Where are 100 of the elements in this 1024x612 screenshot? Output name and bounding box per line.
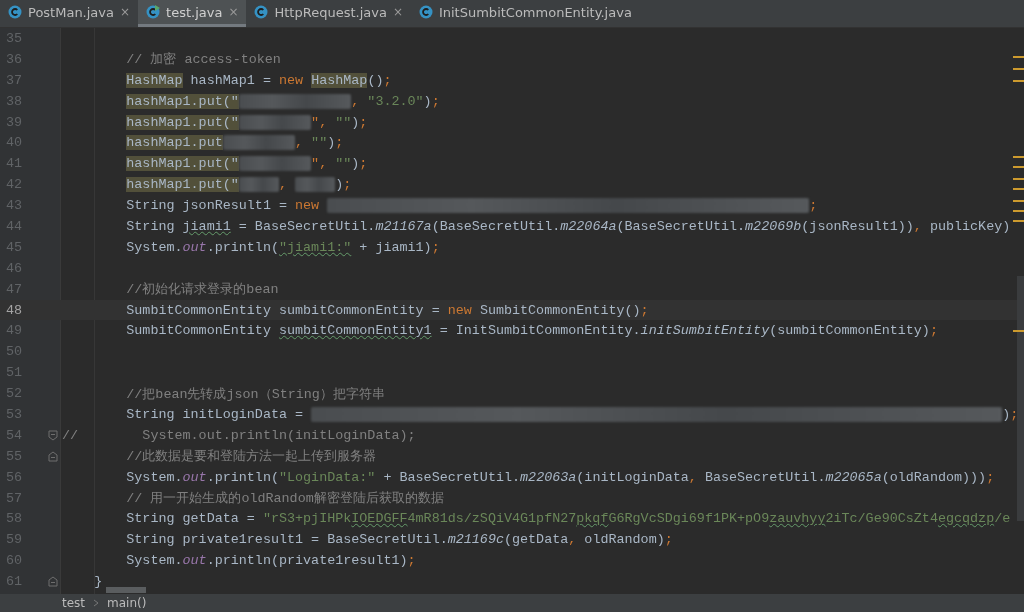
highlighted-code: hashMap1.put(" xyxy=(126,177,239,193)
code-text: , xyxy=(688,469,698,485)
string-literal: "LoginData:" xyxy=(278,469,376,485)
string-literal: 2iTc/Ge90CsZt4 xyxy=(825,511,938,527)
warning-marker[interactable] xyxy=(1013,220,1024,222)
close-tab-icon[interactable]: × xyxy=(392,5,403,19)
vertical-scrollbar[interactable] xyxy=(1017,276,1024,521)
code-text: (oldRandom))) xyxy=(881,469,987,485)
code-text: m21167a xyxy=(375,218,432,234)
code-text: ; xyxy=(640,302,649,318)
code-comment: //把bean先转成json（String）把字符串 xyxy=(126,385,385,403)
string-literal: "" xyxy=(335,114,352,130)
code-text: out xyxy=(182,553,207,569)
code-text: (initLoginData xyxy=(576,469,689,485)
code-text: ", xyxy=(311,114,329,130)
code-text: ; xyxy=(359,114,368,130)
warning-marker[interactable] xyxy=(1013,68,1024,70)
code-text: () xyxy=(367,72,384,88)
code-text: ; xyxy=(431,93,440,109)
code-text: ; xyxy=(383,72,392,88)
code-text: new xyxy=(278,72,305,88)
code-text: = BaseSecretUtil. xyxy=(237,218,376,234)
code-text: String jsonResult1 = xyxy=(126,198,288,214)
code-text: String xyxy=(126,218,176,234)
breadcrumb-item[interactable]: main() xyxy=(107,596,147,610)
string-literal: "3.2.0" xyxy=(367,93,424,109)
warning-marker[interactable] xyxy=(1013,166,1024,168)
fold-end-icon[interactable] xyxy=(48,450,58,462)
warning-marker[interactable] xyxy=(1013,188,1024,190)
blurred-text xyxy=(295,177,336,193)
code-text: ) xyxy=(327,135,336,151)
code-text: sumbitCommonEntity1 xyxy=(278,323,432,339)
file-tab[interactable]: InitSumbitCommonEntity.java xyxy=(410,0,640,27)
code-text: + BaseSecretUtil. xyxy=(382,469,521,485)
highlighted-code: hashMap1.put(" xyxy=(126,93,239,109)
breadcrumb-item[interactable]: test xyxy=(62,596,86,610)
code-text: SumbitCommonEntity xyxy=(126,323,272,339)
code-text: ; xyxy=(1010,406,1019,422)
highlighted-code: hashMap1.put(" xyxy=(126,114,239,130)
code-text: (BaseSecretUtil. xyxy=(431,218,561,234)
warning-marker[interactable] xyxy=(1013,56,1024,58)
code-text: (sumbitCommonEntity) xyxy=(769,323,930,339)
string-literal: pkqf xyxy=(576,511,609,527)
fold-end-icon[interactable] xyxy=(48,576,58,588)
horizontal-scrollbar[interactable] xyxy=(106,587,146,593)
file-tab[interactable]: HttpRequest.java × xyxy=(246,0,411,27)
close-tab-icon[interactable]: × xyxy=(120,5,131,19)
warning-marker[interactable] xyxy=(1013,330,1024,332)
fold-icon[interactable] xyxy=(48,429,58,441)
close-tab-icon[interactable]: × xyxy=(228,5,239,19)
code-text: ; xyxy=(809,198,818,214)
class-icon xyxy=(8,5,22,19)
highlighted-code: HashMap xyxy=(311,72,368,88)
code-text: ; xyxy=(929,323,938,339)
code-text: , xyxy=(278,177,288,193)
code-text: publicKey) xyxy=(929,218,1011,234)
code-text: .println(private1result1) xyxy=(206,553,408,569)
code-text: ; xyxy=(407,553,416,569)
string-literal: egcqdzp xyxy=(937,511,995,527)
code-text: hashMap1 = xyxy=(189,72,272,88)
warning-marker[interactable] xyxy=(1013,210,1024,212)
chevron-icon xyxy=(93,599,100,607)
code-text: m21169c xyxy=(447,532,504,548)
string-literal: G6RgVcSDgi69f1PK+pO9 xyxy=(608,511,770,527)
string-literal: /e xyxy=(994,511,1011,527)
file-tab[interactable]: test.java × xyxy=(138,0,247,27)
code-text: .println( xyxy=(206,469,279,485)
highlighted-code: hashMap1.put(" xyxy=(126,156,239,172)
code-text: , xyxy=(913,218,923,234)
code-text: m22069b xyxy=(745,218,802,234)
string-literal: "" xyxy=(311,135,328,151)
string-literal: zauvhyy xyxy=(769,511,826,527)
code-text: SumbitCommonEntity sumbitCommonEntity = xyxy=(126,302,441,318)
code-text: SumbitCommonEntity() xyxy=(479,302,641,318)
code-text: ) xyxy=(351,156,360,172)
string-literal: 4mR81ds/zSQiV4G1pfN27 xyxy=(407,511,577,527)
warning-marker[interactable] xyxy=(1013,80,1024,82)
code-text: m22063a xyxy=(520,469,577,485)
string-literal: "rS3+pjIHPk xyxy=(262,511,352,527)
code-text: String getData = xyxy=(126,511,256,527)
warning-marker[interactable] xyxy=(1013,156,1024,158)
code-text: System. xyxy=(126,553,183,569)
blurred-text xyxy=(238,177,279,193)
warning-marker[interactable] xyxy=(1013,200,1024,202)
code-text: new xyxy=(295,198,321,214)
file-tab[interactable]: PostMan.java × xyxy=(0,0,139,27)
code-text: jiami1 xyxy=(182,218,231,234)
warning-marker[interactable] xyxy=(1013,178,1024,180)
code-text: m22065a xyxy=(825,469,882,485)
code-text: out xyxy=(182,469,207,485)
runnable-class-icon xyxy=(146,5,161,19)
code-text: String private1result1 = BaseSecretUtil. xyxy=(126,532,448,548)
code-text: ; xyxy=(335,135,344,151)
code-text: , xyxy=(351,93,361,109)
code-text: ; xyxy=(986,469,995,485)
code-text: ) xyxy=(423,93,432,109)
code-text: String initLoginData = xyxy=(126,406,305,422)
code-text: m22064a xyxy=(560,218,617,234)
code-text: .println( xyxy=(206,239,279,255)
code-text: ; xyxy=(431,239,440,255)
